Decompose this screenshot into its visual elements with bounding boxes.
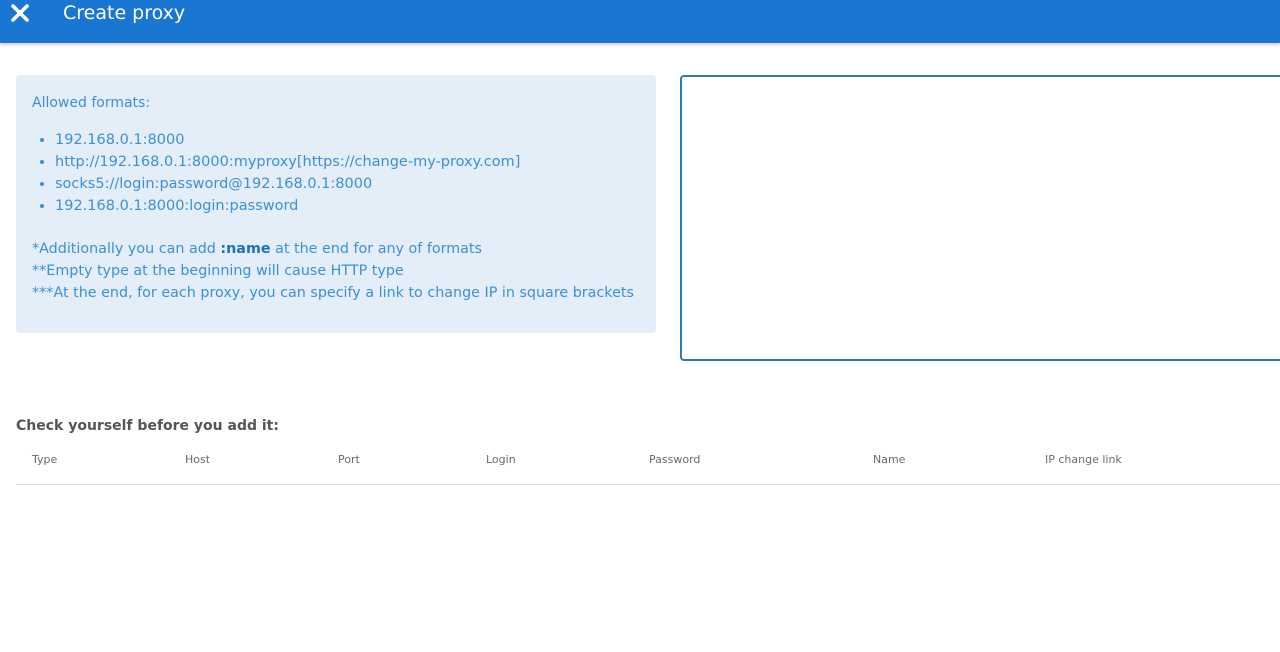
note-name-end: at the end for any of formats (270, 241, 482, 257)
check-section-title: Check yourself before you add it: (16, 418, 279, 434)
column-header-name: Name (873, 453, 906, 466)
column-header-port: Port (338, 453, 360, 466)
format-item: socks5://login:password@192.168.0.1:8000 (55, 173, 640, 195)
close-icon (11, 4, 29, 22)
format-item: 192.168.0.1:8000 (55, 129, 640, 151)
note-name-prefix: *Additionally you can add (32, 241, 221, 257)
column-header-type: Type (32, 453, 58, 466)
note-name-keyword: :name (220, 241, 271, 257)
note-empty-type: **Empty type at the beginning will cause… (32, 263, 404, 279)
close-button[interactable] (8, 0, 32, 26)
column-header-ip-change-link: IP change link (1045, 453, 1122, 466)
formats-list: 192.168.0.1:8000 http://192.168.0.1:8000… (32, 129, 640, 217)
column-header-host: Host (185, 453, 211, 466)
allowed-formats-panel: Allowed formats: 192.168.0.1:8000 http:/… (16, 75, 656, 333)
format-item: 192.168.0.1:8000:login:password (55, 195, 640, 217)
allowed-formats-heading: Allowed formats: (32, 95, 151, 111)
note-name-suffix: *Additionally you can add :name at the e… (32, 238, 640, 260)
column-header-login: Login (486, 453, 516, 466)
top-app-bar: Create proxy (0, 0, 1280, 43)
column-header-password: Password (649, 453, 701, 466)
note-ip-change-link: ***At the end, for each proxy, you can s… (32, 285, 634, 301)
proxy-list-input[interactable] (680, 75, 1280, 361)
format-item: http://192.168.0.1:8000:myproxy[https://… (55, 151, 640, 173)
preview-table-header: Type Host Port Login Password Name IP ch… (16, 450, 1280, 485)
page-title: Create proxy (63, 2, 186, 24)
